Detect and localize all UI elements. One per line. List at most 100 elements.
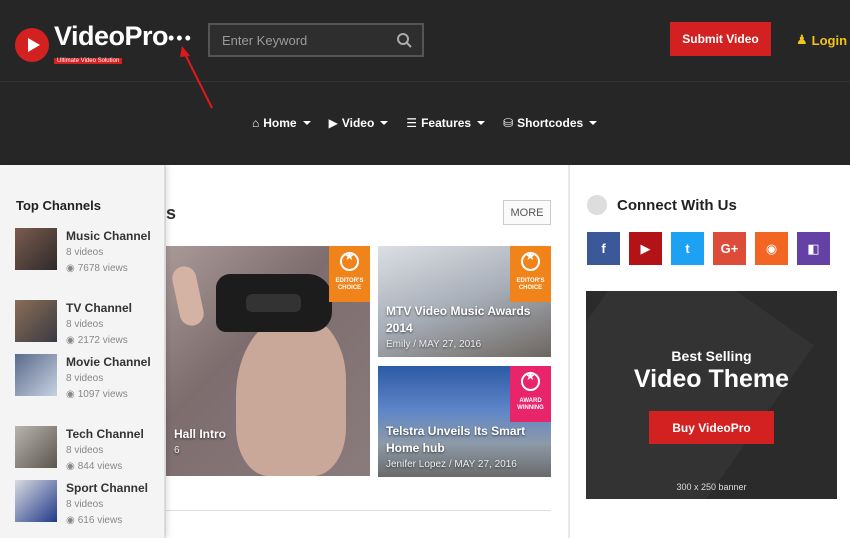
facebook-icon[interactable]: f [587, 232, 620, 265]
user-icon: ♟ [796, 32, 808, 47]
card-title[interactable]: Telstra Unveils Its Smart Home hub [386, 423, 546, 457]
channel-item[interactable]: Music Channel 8 videos ◉ 7678 views [15, 228, 156, 277]
channel-name[interactable]: TV Channel [66, 300, 156, 317]
vr-headset-image [216, 274, 332, 332]
logo-tagline: Ultimate Video Solution [54, 58, 123, 64]
card-title[interactable]: MTV Video Music Awards 2014 [386, 303, 546, 337]
banner-size-label: 300 x 250 banner [676, 482, 747, 492]
eye-icon: ◉ [66, 389, 75, 400]
search-box[interactable] [208, 23, 424, 57]
logo-play-icon [15, 27, 49, 62]
card-image-face [236, 316, 346, 476]
site-logo[interactable]: VideoPro Ultimate Video Solution [15, 23, 169, 66]
channel-item[interactable]: Sport Channel 8 videos ◉ 616 views [15, 480, 156, 529]
main-nav: ⌂ Home ▶ Video ☰ Features ⛁ Shortcodes [252, 116, 598, 130]
channel-views-count: 2172 views [77, 335, 128, 346]
editors-choice-badge: EDITOR'S CHOICE [329, 246, 370, 302]
channel-thumbnail[interactable] [15, 300, 57, 342]
twitter-icon[interactable]: t [671, 232, 704, 265]
submit-video-button[interactable]: Submit Video [670, 22, 771, 56]
caret-down-icon [302, 121, 311, 125]
nav-shortcodes[interactable]: ⛁ Shortcodes [503, 116, 598, 130]
channel-thumbnail[interactable] [15, 354, 57, 396]
badge-label: AWARD WINNING [517, 398, 544, 411]
list-icon: ☰ [406, 116, 418, 130]
channel-name[interactable]: Sport Channel [66, 480, 156, 497]
star-icon [521, 252, 540, 271]
site-header: VideoPro Ultimate Video Solution ••• Sub… [0, 0, 850, 165]
channel-video-count: 8 videos [66, 445, 104, 456]
caret-down-icon [477, 121, 486, 125]
trophy-icon [521, 372, 540, 391]
connect-icon [587, 195, 607, 215]
login-label: Login [811, 32, 848, 48]
badge-label: EDITOR'S CHOICE [335, 278, 364, 291]
search-input[interactable] [222, 32, 392, 48]
nav-video-label: Video [341, 116, 375, 130]
card-author[interactable]: Emily [386, 339, 410, 350]
featured-video-card[interactable]: EDITOR'S CHOICE Hall Intro 6 [166, 246, 370, 476]
youtube-icon[interactable]: ▶ [629, 232, 662, 265]
card-title[interactable]: Hall Intro [174, 426, 226, 443]
database-icon: ⛁ [503, 116, 514, 130]
channel-item[interactable]: Tech Channel 8 videos ◉ 844 views [15, 426, 156, 475]
award-winning-badge: AWARD WINNING [510, 366, 551, 422]
top-channels-panel: Top Channels Music Channel 8 videos ◉ 767… [0, 165, 165, 538]
header-divider [0, 81, 850, 82]
nav-features-label: Features [421, 116, 472, 130]
channel-name[interactable]: Movie Channel [66, 354, 156, 371]
channel-views: ◉ 844 views [66, 459, 156, 475]
channel-views: ◉ 7678 views [66, 261, 156, 277]
channel-views-count: 616 views [77, 515, 123, 526]
login-link[interactable]: ♟ Login [796, 32, 847, 48]
eye-icon: ◉ [66, 335, 75, 346]
channel-views: ◉ 2172 views [66, 333, 156, 349]
video-card[interactable]: EDITOR'S CHOICE MTV Video Music Awards 2… [378, 246, 551, 357]
ad-banner[interactable]: Best Selling Video Theme Buy VideoPro 30… [586, 291, 837, 499]
badge-label: EDITOR'S CHOICE [516, 278, 545, 291]
eye-icon: ◉ [66, 263, 75, 274]
channel-item[interactable]: Movie Channel 8 videos ◉ 1097 views [15, 354, 156, 403]
section-title: s [166, 203, 177, 223]
nav-shortcodes-label: Shortcodes [517, 116, 584, 130]
channel-thumbnail[interactable] [15, 480, 57, 522]
channel-views-count: 7678 views [77, 263, 128, 274]
search-icon[interactable] [397, 33, 412, 48]
social-links: f ▶ t G+ ◉ ◧ [587, 232, 830, 265]
card-meta: Emily / MAY 27, 2016 [386, 339, 482, 350]
card-meta: Jenifer Lopez / MAY 27, 2016 [386, 459, 517, 470]
play-circle-icon: ▶ [328, 116, 338, 130]
caret-down-icon [589, 121, 598, 125]
channel-video-count: 8 videos [66, 247, 104, 258]
rss-icon[interactable]: ◉ [755, 232, 788, 265]
channel-thumbnail[interactable] [15, 228, 57, 270]
google-plus-icon[interactable]: G+ [713, 232, 746, 265]
nav-home[interactable]: ⌂ Home [252, 116, 311, 130]
nav-video[interactable]: ▶ Video [329, 116, 389, 130]
channel-item[interactable]: TV Channel 8 videos ◉ 2172 views [15, 300, 156, 349]
card-date: MAY 27, 2016 [418, 339, 482, 350]
buy-videopro-button[interactable]: Buy VideoPro [649, 411, 774, 444]
more-dots-icon[interactable]: ••• [168, 29, 193, 47]
top-channels-title: Top Channels [16, 198, 101, 213]
channel-name[interactable]: Tech Channel [66, 426, 156, 443]
nav-features[interactable]: ☰ Features [406, 116, 486, 130]
connect-header: Connect With Us [587, 195, 737, 215]
eye-icon: ◉ [66, 515, 75, 526]
channel-thumbnail[interactable] [15, 426, 57, 468]
nav-home-label: Home [263, 116, 297, 130]
channel-name[interactable]: Music Channel [66, 228, 156, 245]
twitch-icon[interactable]: ◧ [797, 232, 830, 265]
channel-views: ◉ 1097 views [66, 387, 156, 403]
connect-title: Connect With Us [617, 196, 737, 214]
card-meta: 6 [174, 445, 180, 456]
caret-down-icon [380, 121, 389, 125]
section-divider [166, 510, 551, 511]
channel-video-count: 8 videos [66, 499, 104, 510]
banner-subtitle: Best Selling [671, 348, 752, 364]
main-content: s MORE EDITOR'S CHOICE Hall Intro 6 EDIT… [166, 165, 568, 538]
card-author[interactable]: Jenifer Lopez [386, 459, 446, 470]
video-card[interactable]: AWARD WINNING Telstra Unveils Its Smart … [378, 366, 551, 477]
channel-video-count: 8 videos [66, 373, 104, 384]
more-button[interactable]: MORE [503, 200, 551, 225]
